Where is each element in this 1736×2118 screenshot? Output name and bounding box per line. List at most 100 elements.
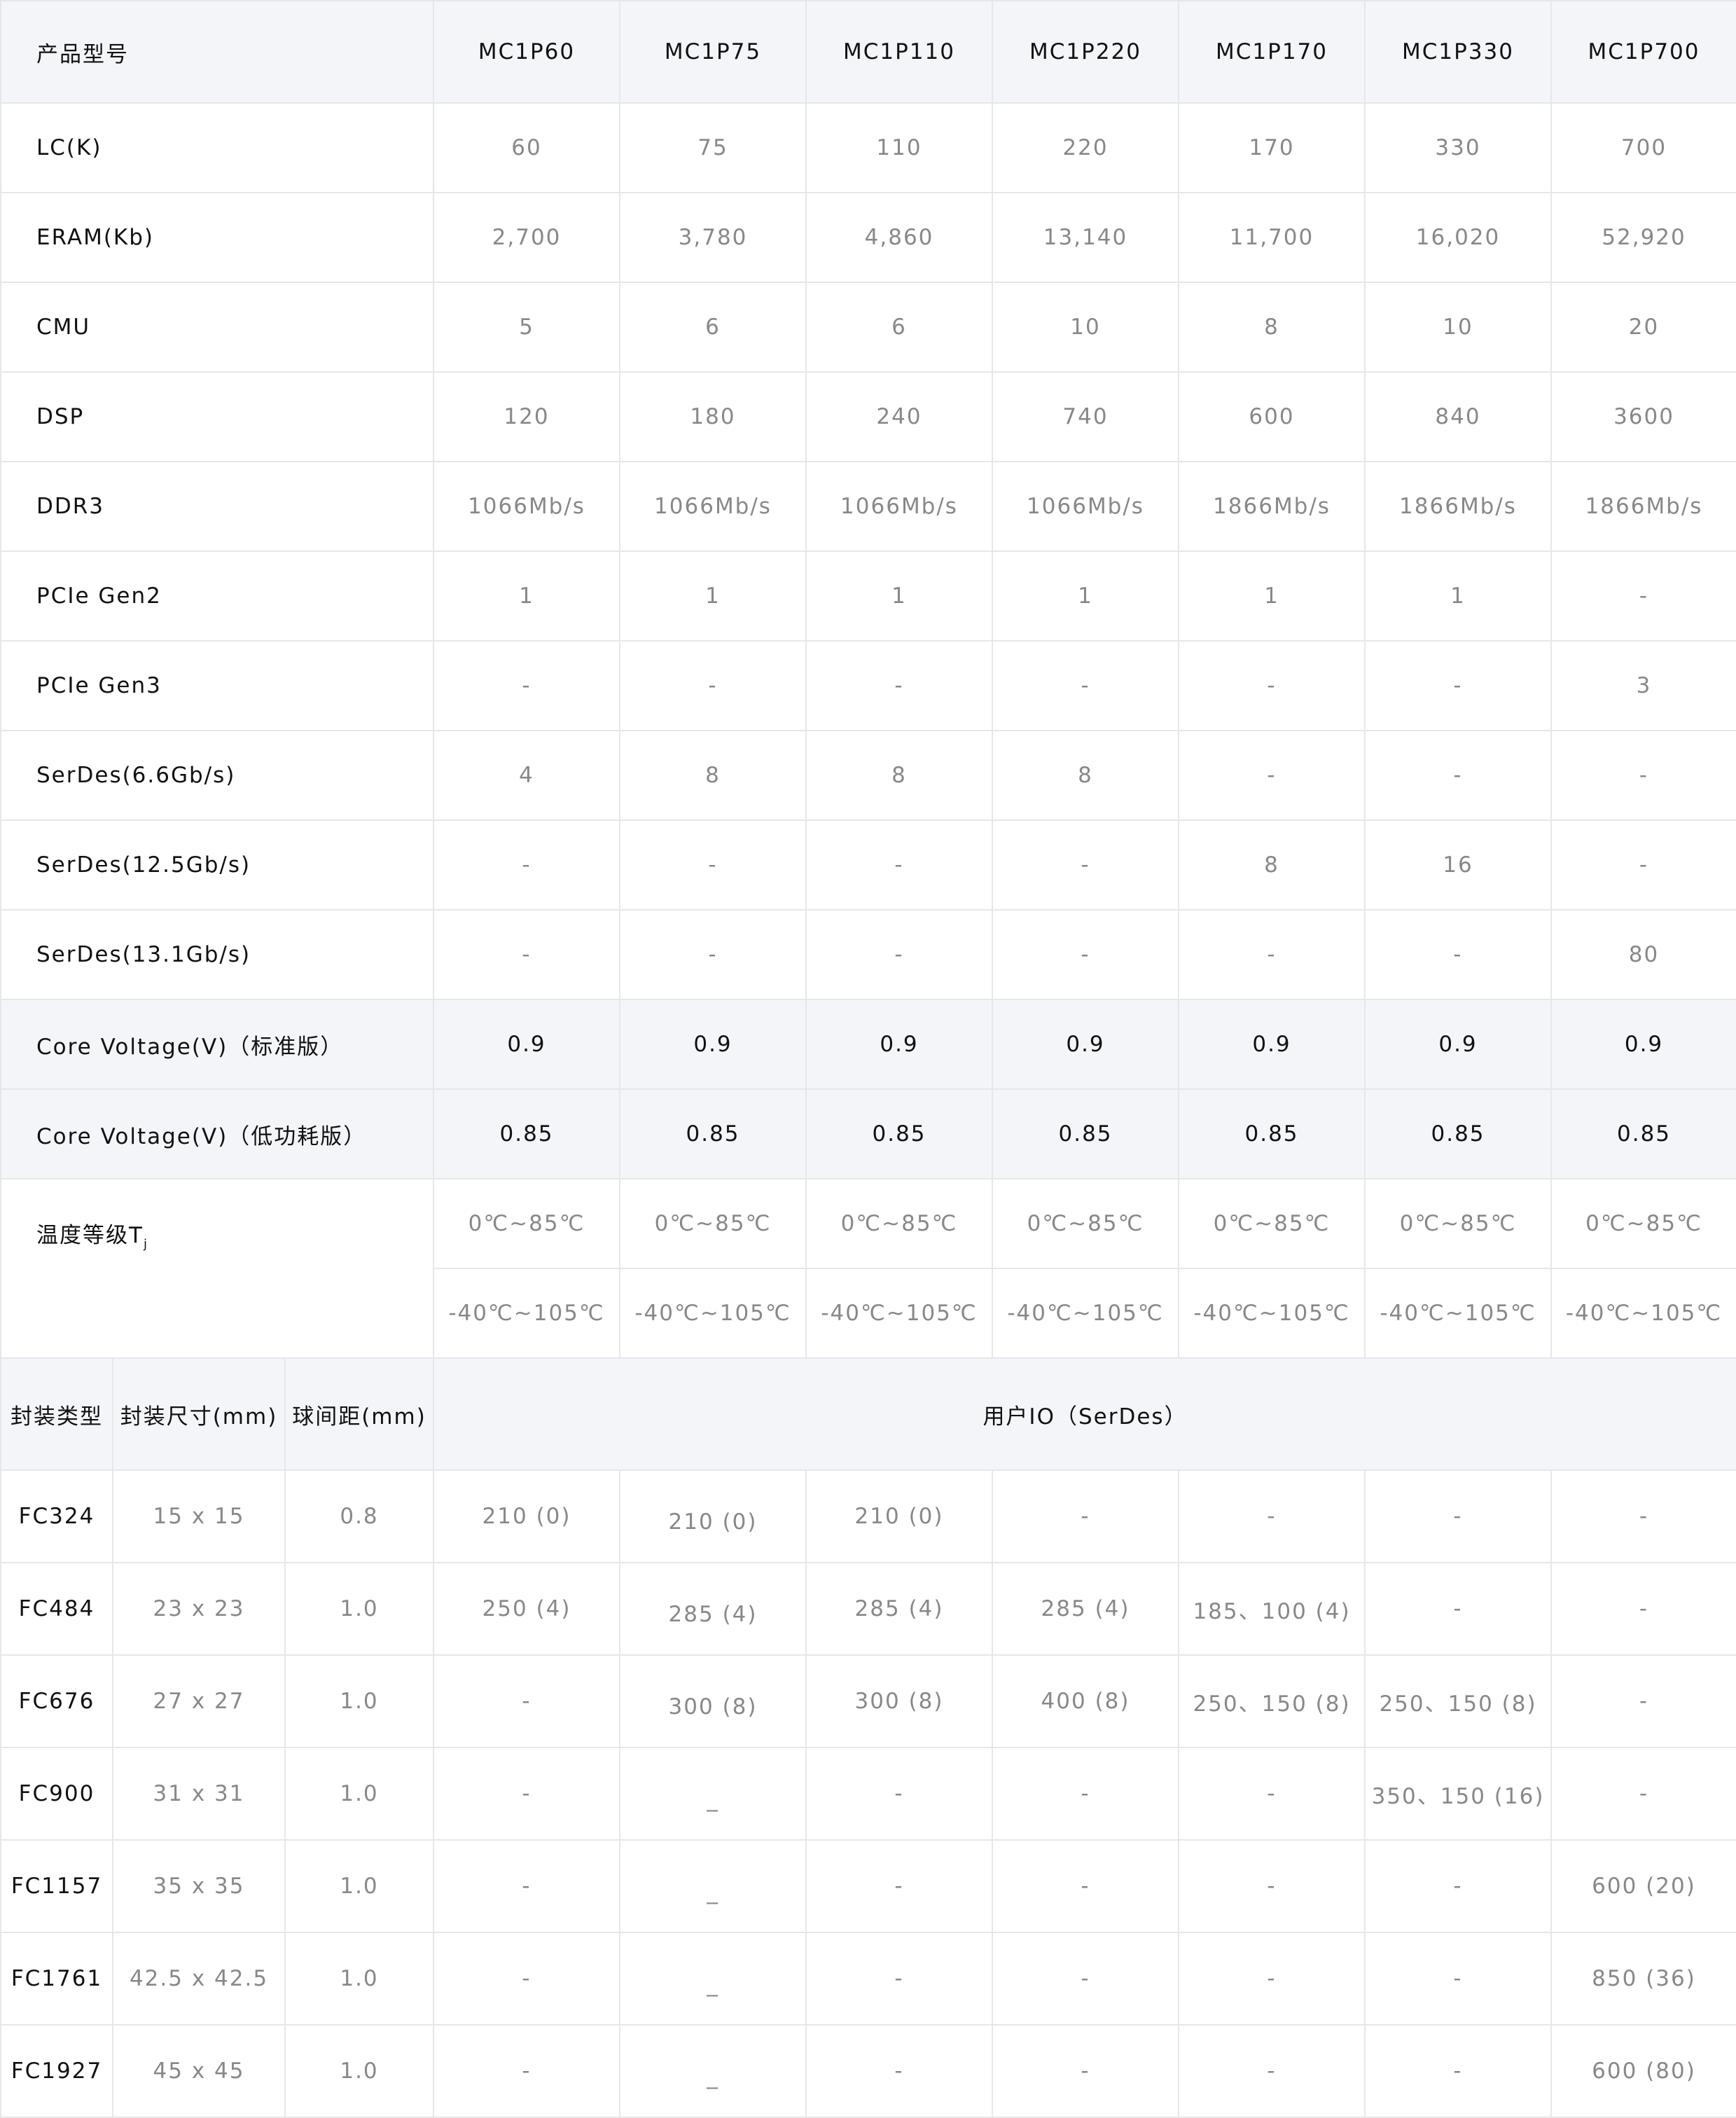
spec-value: 1 (433, 551, 621, 642)
spec-value: 1 (619, 551, 807, 642)
user-io-value: - (433, 1932, 621, 2026)
user-io-value-text: _ (707, 1787, 719, 1812)
model-header-mc1p60: MC1P60 (433, 0, 621, 104)
spec-value: - (805, 909, 994, 1000)
spec-row: SerDes(6.6Gb/s) 4 8 8 8- - - (0, 730, 1736, 821)
user-io-value: _ (619, 1932, 807, 2026)
package-type: FC676 (0, 1654, 113, 1748)
user-io-value: - (992, 1469, 1180, 1563)
spec-value: - (805, 640, 994, 731)
user-io-value: - (1364, 1839, 1553, 1933)
voltage-value: 0.85 (805, 1088, 994, 1179)
spec-value: 110 (805, 102, 994, 193)
spec-value: 5 (433, 282, 621, 373)
user-io-header: 用户IO（SerDes） (433, 1357, 1736, 1471)
voltage-value: 0.85 (433, 1088, 621, 1179)
spec-row: CMU 5 6 6 10 8 10 20 (0, 282, 1736, 373)
spec-row: DSP 120 180 240 740 600 840 3600 (0, 371, 1736, 462)
spec-value: 8 (1178, 282, 1366, 373)
temperature-commercial-value: 0℃~85℃ (992, 1178, 1180, 1269)
temperature-label-subscript: j (143, 1237, 147, 1252)
spec-value: 180 (619, 371, 807, 462)
package-type-header: 封装类型 (0, 1357, 113, 1471)
spec-value: - (619, 909, 807, 1000)
spec-label: CMU (0, 282, 435, 373)
spec-label: SerDes(13.1Gb/s) (0, 909, 435, 1000)
spec-value: 8 (619, 730, 807, 821)
user-io-value: - (992, 1839, 1180, 1933)
voltage-row: Core Voltage(V)（低功耗版） 0.85 0.85 0.85 0.85 0.8… (0, 1088, 1736, 1179)
user-io-value: - (992, 1747, 1180, 1841)
package-size-header: 封装尺寸(mm) (112, 1357, 286, 1471)
user-io-value-text: 210 (0) (668, 1509, 758, 1535)
ball-pitch: 1.0 (284, 1839, 435, 1933)
voltage-value: 0.85 (1550, 1088, 1736, 1179)
spec-value: 1 (992, 551, 1180, 642)
voltage-value: 0.85 (619, 1088, 807, 1179)
ball-pitch: 1.0 (284, 1932, 435, 2026)
temperature-industrial-value: -40℃~105℃ (992, 1268, 1180, 1359)
spec-value: - (1178, 909, 1366, 1000)
ball-pitch: 1.0 (284, 1747, 435, 1841)
user-io-value: - (805, 1839, 994, 1933)
spec-label: PCIe Gen3 (0, 640, 435, 731)
user-io-value-text: 285 (4) (668, 1602, 758, 1627)
spec-row: DDR3 1066Mb/s 1066Mb/s 1066Mb/s 1066Mb/s 1866… (0, 461, 1736, 552)
temperature-industrial-value: -40℃~105℃ (1364, 1268, 1553, 1359)
spec-value: 740 (992, 371, 1180, 462)
user-io-value: 400 (8) (992, 1654, 1180, 1748)
user-io-value: 285 (4) (805, 1562, 994, 1656)
spec-label: DDR3 (0, 461, 435, 552)
spec-value: - (619, 819, 807, 911)
spec-value: 1866Mb/s (1178, 461, 1366, 552)
user-io-value: - (433, 1839, 621, 1933)
spec-label: SerDes(6.6Gb/s) (0, 730, 435, 821)
spec-value: 20 (1550, 282, 1736, 373)
package-row: FC676 27 x 27 1.0-300 (8) 300 (8) 400 (8) 250… (0, 1654, 1736, 1748)
spec-value: 11,700 (1178, 192, 1366, 283)
spec-value: 1066Mb/s (805, 461, 994, 552)
table-header-row: 产品型号 MC1P60 MC1P75 MC1P110 MC1P220 MC1P170 MC1… (0, 0, 1736, 104)
user-io-value: - (992, 1932, 1180, 2026)
spec-value: 16 (1364, 819, 1553, 911)
spec-value: 1066Mb/s (619, 461, 807, 552)
spec-value: 1866Mb/s (1364, 461, 1553, 552)
spec-value: 170 (1178, 102, 1366, 193)
package-size: 27 x 27 (112, 1654, 286, 1748)
spec-value: - (805, 819, 994, 911)
user-io-value: - (1178, 1839, 1366, 1933)
spec-value: 16,020 (1364, 192, 1553, 283)
ball-pitch: 1.0 (284, 1654, 435, 1748)
spec-value: - (433, 640, 621, 731)
spec-value: 1866Mb/s (1550, 461, 1736, 552)
user-io-value: - (805, 2024, 994, 2118)
package-type: FC484 (0, 1562, 113, 1656)
temperature-commercial-value: 0℃~85℃ (1550, 1178, 1736, 1269)
user-io-value: - (805, 1747, 994, 1841)
package-size: 35 x 35 (112, 1839, 286, 1933)
spec-value: 8 (805, 730, 994, 821)
user-io-value: _ (619, 1839, 807, 1933)
temperature-industrial-value: -40℃~105℃ (1178, 1268, 1366, 1359)
spec-value: - (1178, 730, 1366, 821)
package-size: 31 x 31 (112, 1747, 286, 1841)
spec-value: - (992, 819, 1180, 911)
voltage-value: 0.85 (1364, 1088, 1553, 1179)
spec-value: 840 (1364, 371, 1553, 462)
spec-value: - (619, 640, 807, 731)
temperature-industrial-value: -40℃~105℃ (1550, 1268, 1736, 1359)
temperature-row-commercial: 温度等级Tj 0℃~85℃ 0℃~85℃ 0℃~85℃ 0℃~85℃ 0℃~85℃ 0℃~8… (0, 1178, 1736, 1359)
temperature-industrial-value: -40℃~105℃ (619, 1268, 807, 1359)
temperature-industrial-value: -40℃~105℃ (433, 1268, 621, 1359)
spec-row: LC(K) 60 75 110 220 170 330 700 (0, 102, 1736, 193)
user-io-value: - (1550, 1562, 1736, 1656)
voltage-row: Core Voltage(V)（标准版） 0.9 0.9 0.9 0.9 0.9 0.9 0.… (0, 999, 1736, 1090)
user-io-value: 350、150 (16) (1364, 1747, 1553, 1841)
temperature-commercial-value: 0℃~85℃ (433, 1178, 621, 1269)
package-row: FC1157 35 x 35 1.0- _ - - - -600 (20) (0, 1839, 1736, 1933)
model-header-mc1p330: MC1P330 (1364, 0, 1553, 104)
temperature-commercial-value: 0℃~85℃ (1364, 1178, 1553, 1269)
spec-label: ERAM(Kb) (0, 192, 435, 283)
voltage-value: 0.9 (433, 999, 621, 1090)
spec-label: PCIe Gen2 (0, 551, 435, 642)
